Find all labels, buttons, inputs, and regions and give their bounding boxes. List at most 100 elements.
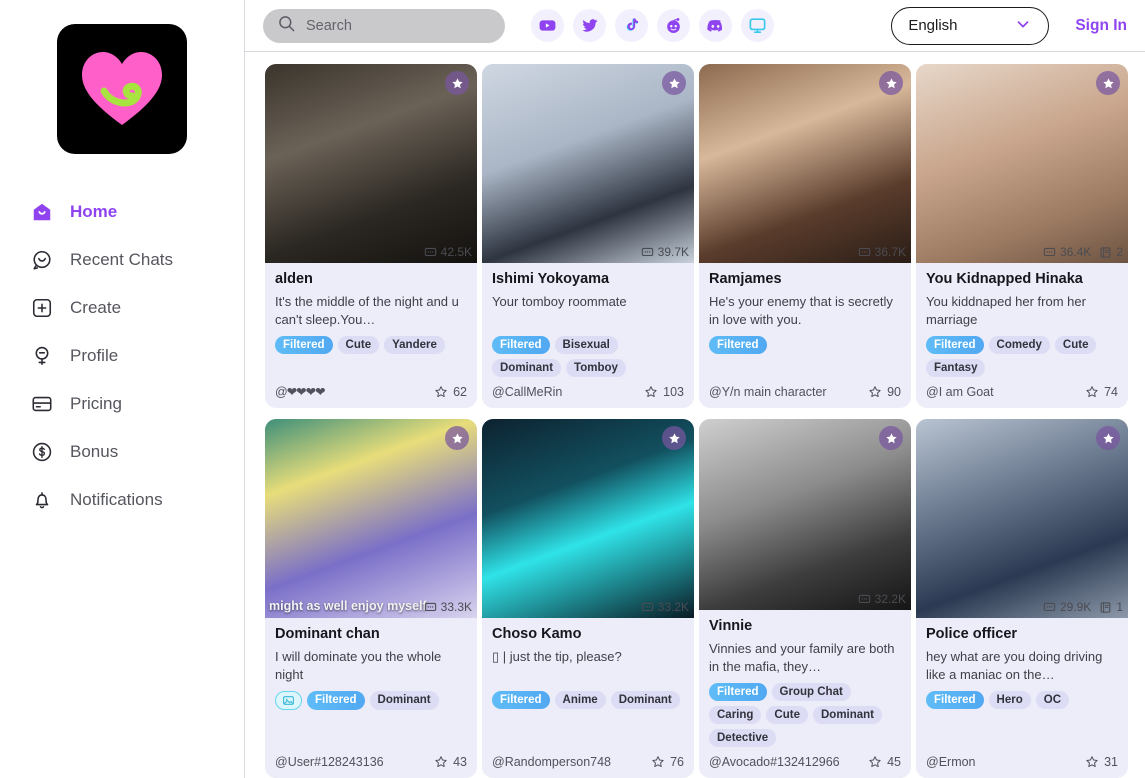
star-outline-icon [435,385,447,397]
tiktok-icon[interactable] [615,9,648,42]
sidebar-item-notifications[interactable]: Notifications [30,476,244,524]
twitter-icon[interactable] [573,9,606,42]
card-title: Dominant chan [275,626,380,642]
card-thumbnail[interactable]: might as well enjoy myself 33.3K [265,419,477,618]
character-card[interactable]: 39.7K Ishimi Yokoyama Your tomboy roomma… [482,64,694,408]
tag[interactable]: Fantasy [926,359,986,377]
tag-filtered[interactable]: Filtered [709,683,767,701]
tag-filtered[interactable]: Filtered [492,691,550,709]
favorite-star-icon[interactable] [662,71,686,95]
sidebar-item-create[interactable]: Create [30,284,244,332]
search-input[interactable]: Search [263,8,505,43]
tag-filtered[interactable]: Filtered [926,336,984,354]
card-thumbnail[interactable]: 36.7K [699,64,911,263]
tag[interactable]: Cute [1054,336,1097,354]
card-author: @I am Goat [926,385,994,399]
tag[interactable]: Dominant [610,691,680,709]
character-card[interactable]: 29.9K 1 Police officer hey what are you … [916,419,1128,778]
favorite-star-icon[interactable] [1096,426,1120,450]
card-likes[interactable]: 103 [644,385,684,399]
tag[interactable]: Dominant [812,706,883,724]
language-selector[interactable]: English [891,6,1050,45]
sidebar-item-recent-chats[interactable]: Recent Chats [30,236,244,284]
chat-bubble-icon [1043,602,1056,611]
card-description: Vinnies and your family are both in the … [709,641,895,674]
favorite-star-icon[interactable] [445,426,469,450]
tag[interactable]: Detective [709,729,777,747]
sidebar-item-label: Create [70,298,122,317]
app-logo[interactable] [57,24,187,154]
star-outline-icon [869,756,881,768]
reddit-icon[interactable] [657,9,690,42]
character-card[interactable]: 36.7K Ramjames He's your enemy that is s… [699,64,911,408]
discord-icon[interactable] [699,9,732,42]
image-type-icon[interactable] [275,691,302,710]
tag-filtered[interactable]: Filtered [275,336,333,354]
card-thumbnail[interactable]: 42.5K [265,64,477,263]
card-likes[interactable]: 31 [1085,755,1118,769]
character-card[interactable]: 33.2K Choso Kamo ▯ | just the tip, pleas… [482,419,694,778]
tag[interactable]: Anime [554,691,606,709]
card-tags: Filtered Hero OC [926,691,1118,709]
chat-icon [30,248,54,272]
tag[interactable]: Hero [988,691,1031,709]
youtube-icon[interactable] [531,9,564,42]
card-likes[interactable]: 90 [868,385,901,399]
character-card[interactable]: 36.4K 2 You Kidnapped Hinaka You kiddnap… [916,64,1128,408]
top-bar: Search English Sign In [245,0,1145,52]
favorite-star-icon[interactable] [879,71,903,95]
card-likes[interactable]: 62 [434,385,467,399]
tag-filtered[interactable]: Filtered [307,691,365,710]
card-thumbnail[interactable]: 36.4K 2 [916,64,1128,263]
character-card[interactable]: 42.5K alden It's the middle of the night… [265,64,477,408]
card-thumbnail[interactable]: 33.2K [482,419,694,618]
sidebar-item-profile[interactable]: Profile [30,332,244,380]
character-card[interactable]: might as well enjoy myself 33.3K Dominan… [265,419,477,778]
card-likes[interactable]: 76 [651,755,684,769]
chevron-down-icon [1014,15,1032,37]
card-description: It's the middle of the night and u can't… [275,294,459,327]
tag[interactable]: Cute [337,336,380,354]
tag[interactable]: Comedy [988,336,1050,354]
sidebar-item-home[interactable]: Home [30,188,244,236]
card-image [265,419,477,618]
tag-filtered[interactable]: Filtered [709,336,767,354]
favorite-star-icon[interactable] [662,426,686,450]
sidebar-item-pricing[interactable]: Pricing [30,380,244,428]
tag[interactable]: Tomboy [566,359,626,377]
tag[interactable]: Dominant [492,359,562,377]
book-count: 2 [1116,245,1123,259]
tag[interactable]: Bisexual [554,336,618,354]
sidebar-item-label: Profile [70,346,119,365]
star-outline-icon [1086,756,1098,768]
card-likes[interactable]: 74 [1085,385,1118,399]
sidebar-item-bonus[interactable]: Bonus [30,428,244,476]
sign-in-link[interactable]: Sign In [1075,17,1127,35]
tag[interactable]: Caring [709,706,762,724]
tag-filtered[interactable]: Filtered [492,336,550,354]
card-thumbnail[interactable]: 39.7K [482,64,694,263]
tag[interactable]: OC [1035,691,1069,709]
favorite-star-icon[interactable] [879,426,903,450]
card-likes[interactable]: 45 [868,755,901,769]
monitor-icon[interactable] [741,9,774,42]
card-image [482,419,694,618]
social-links [531,9,774,42]
tag[interactable]: Group Chat [771,683,851,701]
app-root: Home Recent Chats Create Profile Pricing… [0,0,1145,778]
card-tags: Filtered Dominant [275,691,467,710]
favorite-star-icon[interactable] [1096,71,1120,95]
card-thumbnail[interactable]: 29.9K 1 [916,419,1128,618]
tag[interactable]: Dominant [369,691,439,710]
sidebar-nav: Home Recent Chats Create Profile Pricing… [0,188,244,524]
card-likes[interactable]: 43 [434,755,467,769]
tag-filtered[interactable]: Filtered [926,691,984,709]
tag[interactable]: Yandere [384,336,445,354]
favorite-star-icon[interactable] [445,71,469,95]
star-outline-icon [645,386,657,398]
chat-bubble-icon [641,247,653,256]
card-thumbnail[interactable]: 32.2K [699,419,911,610]
character-card[interactable]: 32.2K Vinnie Vinnies and your family are… [699,419,911,778]
tag[interactable]: Cute [766,706,808,724]
chat-count-badge: 33.2K [641,600,689,614]
